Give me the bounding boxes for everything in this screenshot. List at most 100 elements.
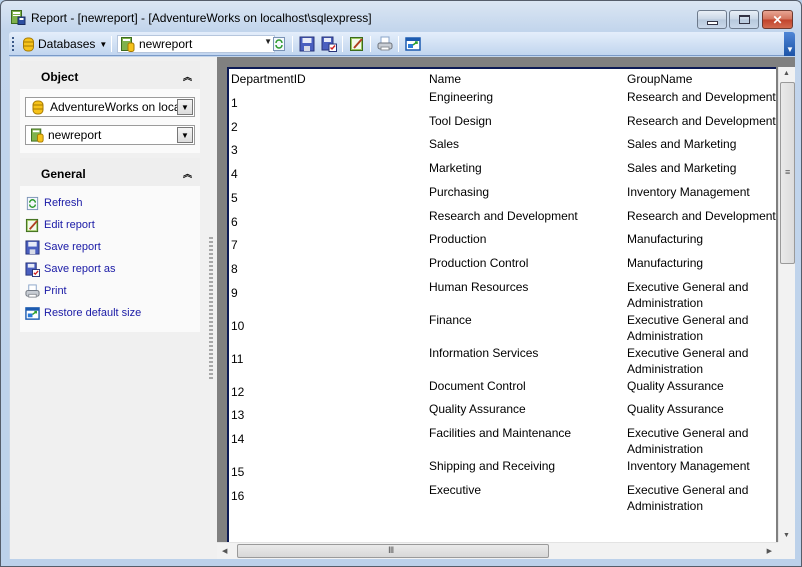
save-icon bbox=[25, 239, 40, 255]
column-header-name: Name bbox=[429, 72, 462, 86]
report-object-select[interactable]: newreport ▼ bbox=[25, 125, 195, 145]
report-window: Report - [newreport] - [AdventureWorks o… bbox=[0, 0, 802, 567]
toolbar-separator bbox=[342, 36, 343, 52]
chevron-down-icon: ▼ bbox=[99, 39, 108, 49]
cell-name: Production Control bbox=[429, 255, 529, 270]
cell-department-id: 9 bbox=[231, 285, 238, 300]
cell-department-id: 8 bbox=[231, 261, 238, 276]
cell-name: Information Services bbox=[429, 345, 539, 360]
scroll-right-arrow-icon[interactable]: ▶ bbox=[767, 547, 772, 555]
cell-department-id: 12 bbox=[231, 384, 245, 399]
size-grip[interactable] bbox=[778, 542, 795, 559]
action-label: Edit report bbox=[44, 219, 95, 231]
cell-name: Research and Development bbox=[429, 208, 578, 223]
save-icon[interactable] bbox=[299, 36, 315, 52]
column-header-groupname: GroupName bbox=[627, 72, 693, 86]
report-app-icon bbox=[11, 10, 26, 25]
edit-report-icon[interactable] bbox=[349, 36, 365, 52]
scroll-down-arrow-icon[interactable]: ▼ bbox=[783, 532, 790, 539]
collapse-chevron-icon[interactable]: ︽ bbox=[183, 70, 192, 83]
action-print[interactable]: Print bbox=[25, 282, 67, 300]
toolbar-overflow-button[interactable]: ▼ bbox=[784, 32, 795, 56]
cell-group-name: Executive General and bbox=[627, 426, 749, 440]
minimize-button[interactable] bbox=[697, 10, 727, 29]
general-panel-header[interactable]: General ︽ bbox=[20, 158, 200, 186]
cell-name: Quality Assurance bbox=[429, 402, 526, 417]
action-label: Save report bbox=[44, 241, 101, 253]
cell-name: Shipping and Receiving bbox=[429, 459, 556, 473]
database-select-value: AdventureWorks on localhost\sqlexpress bbox=[50, 100, 178, 114]
restore-size-icon[interactable] bbox=[405, 36, 421, 52]
title-bar[interactable]: Report - [newreport] - [AdventureWorks o… bbox=[1, 1, 801, 31]
cell-name: Production bbox=[429, 232, 487, 247]
restore-size-icon bbox=[25, 306, 40, 320]
cell-department-id: 2 bbox=[231, 119, 238, 134]
cell-group-name: Executive General and bbox=[627, 312, 749, 327]
sidebar-splitter-handle[interactable] bbox=[209, 237, 213, 379]
save-as-icon bbox=[25, 261, 40, 277]
cell-department-id: 7 bbox=[231, 238, 238, 253]
cell-name: Human Resources bbox=[429, 279, 529, 294]
horizontal-scrollbar[interactable]: ◀ Ⅲ ▶ bbox=[217, 542, 778, 559]
cell-department-id: 4 bbox=[231, 167, 238, 182]
cell-name: Purchasing bbox=[429, 184, 490, 199]
edit-report-icon bbox=[25, 218, 39, 232]
cell-group-name: Research and Development bbox=[627, 208, 776, 223]
cell-name: Finance bbox=[429, 312, 472, 327]
cell-name: Sales bbox=[429, 137, 460, 152]
grip-icon: ≡ bbox=[785, 167, 791, 177]
cell-department-id: 1 bbox=[231, 96, 238, 110]
vertical-scroll-thumb[interactable]: ≡ bbox=[780, 82, 795, 264]
cell-name: Facilities and Maintenance bbox=[429, 426, 572, 440]
collapse-chevron-icon[interactable]: ︽ bbox=[183, 167, 192, 180]
cell-group-name: Administration bbox=[627, 442, 704, 456]
minimize-icon bbox=[706, 20, 718, 25]
databases-label: Databases bbox=[38, 37, 96, 51]
cell-department-id: 10 bbox=[231, 318, 245, 333]
window-title: Report - [newreport] - [AdventureWorks o… bbox=[31, 11, 372, 25]
cell-group-name: Research and Development bbox=[627, 90, 776, 104]
print-icon[interactable] bbox=[377, 36, 393, 52]
cell-department-id: 16 bbox=[231, 488, 245, 503]
cell-group-name: Research and Development bbox=[627, 113, 776, 128]
action-label: Print bbox=[44, 285, 67, 297]
action-refresh[interactable]: Refresh bbox=[25, 194, 83, 212]
cell-name: Marketing bbox=[429, 161, 482, 176]
chevron-down-icon[interactable]: ▼ bbox=[177, 127, 193, 143]
cell-group-name: Sales and Marketing bbox=[627, 137, 737, 152]
close-icon: ✕ bbox=[772, 12, 783, 27]
close-button[interactable]: ✕ bbox=[762, 10, 793, 29]
save-as-icon[interactable] bbox=[321, 36, 337, 52]
action-save-report[interactable]: Save report bbox=[25, 238, 101, 256]
report-select[interactable]: newreport ▼ bbox=[117, 35, 275, 53]
scroll-left-arrow-icon[interactable]: ◀ bbox=[222, 547, 227, 555]
cell-name: Document Control bbox=[429, 378, 526, 393]
toolbar-separator bbox=[292, 36, 293, 52]
action-save-report-as[interactable]: Save report as bbox=[25, 260, 116, 278]
action-edit-report[interactable]: Edit report bbox=[25, 216, 95, 234]
action-restore-default-size[interactable]: Restore default size bbox=[25, 304, 141, 322]
cell-group-name: Administration bbox=[627, 328, 704, 343]
cell-group-name: Administration bbox=[627, 295, 704, 310]
cell-group-name: Executive General and bbox=[627, 482, 749, 497]
cell-group-name: Quality Assurance bbox=[627, 402, 724, 417]
action-label: Restore default size bbox=[44, 307, 142, 319]
report-icon bbox=[121, 37, 135, 52]
cell-department-id: 6 bbox=[231, 214, 238, 229]
object-panel-header[interactable]: Object ︽ bbox=[20, 61, 200, 89]
sidebar: Object ︽ AdventureWorks on localhost\sql… bbox=[9, 57, 208, 559]
databases-dropdown-button[interactable]: Databases ▼ bbox=[23, 35, 107, 53]
refresh-icon[interactable] bbox=[271, 36, 287, 52]
action-label: Refresh bbox=[44, 197, 83, 209]
toolbar-separator bbox=[370, 36, 371, 52]
horizontal-scroll-thumb[interactable]: Ⅲ bbox=[237, 544, 549, 558]
scroll-up-arrow-icon[interactable]: ▲ bbox=[783, 70, 790, 77]
database-select[interactable]: AdventureWorks on localhost\sqlexpress ▼ bbox=[25, 97, 195, 117]
maximize-button[interactable] bbox=[729, 10, 759, 29]
toolbar-grip[interactable] bbox=[12, 37, 14, 52]
vertical-scrollbar[interactable]: ▲ ≡ ▼ bbox=[778, 67, 795, 542]
cell-department-id: 11 bbox=[231, 351, 244, 366]
report-select-value: newreport bbox=[139, 37, 193, 51]
chevron-down-icon[interactable]: ▼ bbox=[177, 99, 193, 115]
refresh-icon bbox=[26, 196, 39, 210]
